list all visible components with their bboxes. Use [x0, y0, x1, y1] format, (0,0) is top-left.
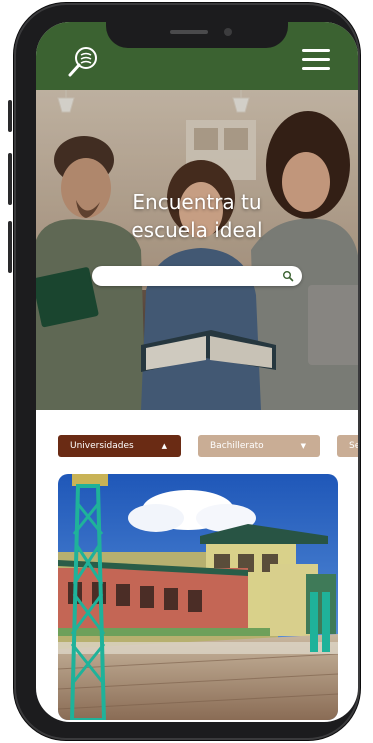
filter-label: Universidades — [70, 441, 134, 451]
school-building-photo — [58, 474, 338, 720]
filter-label: Bachillerato — [210, 441, 264, 451]
category-filters: Universidades ▲ Bachillerato ▼ Se — [36, 435, 358, 459]
search-icon[interactable] — [282, 270, 294, 282]
silent-switch — [8, 100, 12, 132]
filter-universidades[interactable]: Universidades ▲ — [58, 435, 181, 457]
search-book-logo-icon[interactable] — [64, 41, 104, 81]
hero-banner: Encuentra tu escuela ideal — [36, 90, 358, 410]
hero-title: Encuentra tu escuela ideal — [36, 188, 358, 244]
caret-up-icon: ▲ — [161, 442, 167, 450]
volume-up-button — [8, 153, 12, 205]
notch — [106, 22, 288, 48]
speaker — [170, 30, 208, 34]
filter-label: Se — [349, 441, 358, 451]
volume-down-button — [8, 221, 12, 273]
search-input[interactable] — [102, 268, 281, 286]
hamburger-menu-icon[interactable] — [300, 46, 332, 72]
hero-title-line-2: escuela ideal — [131, 218, 263, 242]
hero-title-line-1: Encuentra tu — [132, 190, 262, 214]
front-camera — [224, 28, 232, 36]
phone-screen: Encuentra tu escuela ideal Universidades… — [36, 22, 358, 722]
school-card[interactable] — [58, 474, 338, 720]
filter-secundaria-partial[interactable]: Se — [337, 435, 358, 457]
search-bar — [92, 266, 302, 286]
family-reading-photo — [36, 90, 358, 410]
caret-down-icon: ▼ — [300, 442, 306, 450]
filter-bachillerato[interactable]: Bachillerato ▼ — [198, 435, 320, 457]
